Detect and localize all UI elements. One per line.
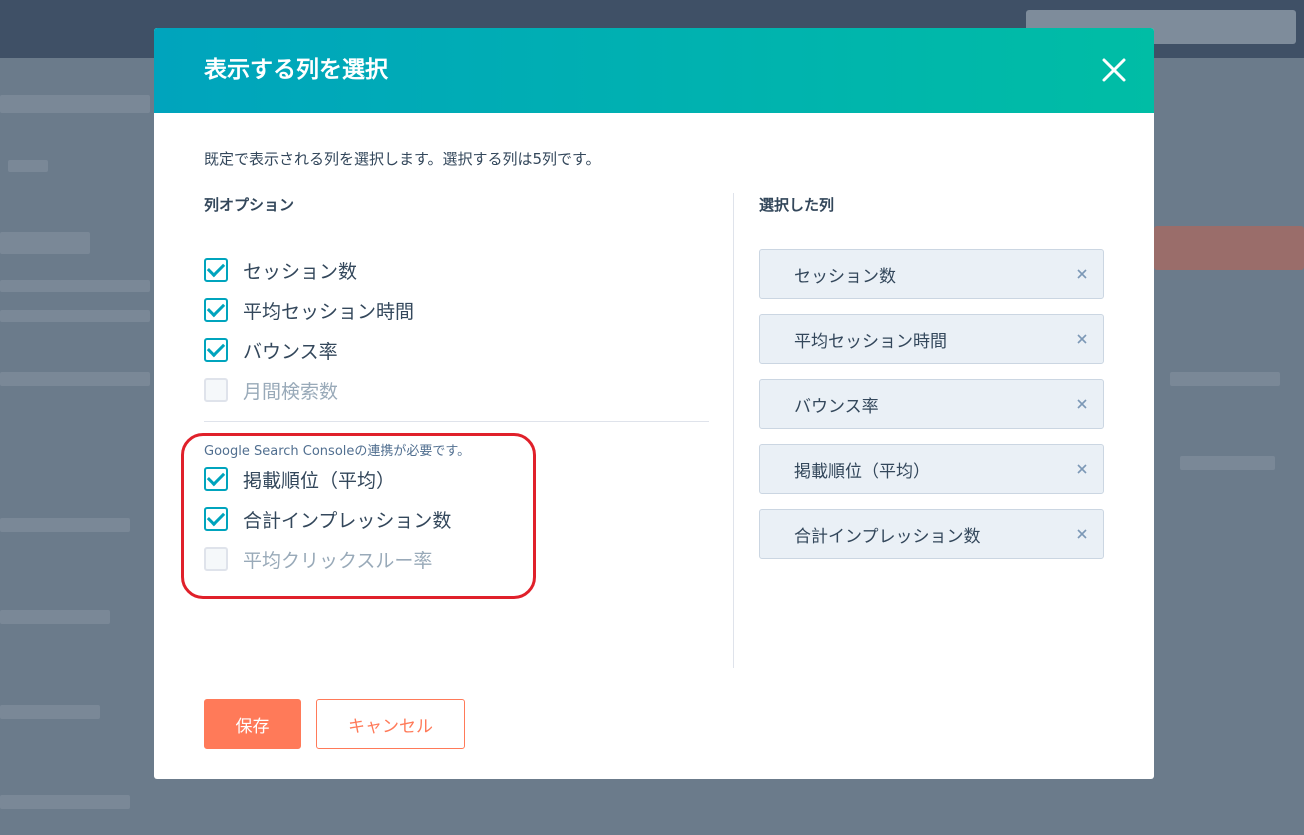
close-icon	[1102, 58, 1126, 82]
option-avg-session-time[interactable]: 平均セッション時間	[204, 290, 709, 330]
checkbox-checked[interactable]	[204, 258, 228, 282]
remove-chip-button[interactable]	[1075, 332, 1089, 346]
option-label: セッション数	[243, 260, 358, 283]
option-avg-ctr: 平均クリックスルー率	[204, 539, 709, 579]
option-label: 平均クリックスルー率	[243, 549, 433, 572]
column-options-list: セッション数 平均セッション時間 バウンス率 月間検索数	[204, 250, 709, 410]
remove-chip-button[interactable]	[1075, 527, 1089, 541]
modal-description: 既定で表示される列を選択します。選択する列は5列です。	[204, 150, 601, 168]
chip-label: 平均セッション時間	[794, 331, 947, 352]
option-label: 掲載順位（平均）	[243, 469, 396, 492]
checkbox-checked[interactable]	[204, 298, 228, 322]
option-label: 平均セッション時間	[243, 300, 415, 323]
selected-column-chip[interactable]: 平均セッション時間	[759, 314, 1104, 364]
modal-header: 表示する列を選択	[154, 28, 1154, 113]
option-label: 合計インプレッション数	[243, 509, 452, 532]
close-icon	[1077, 334, 1087, 344]
close-icon	[1077, 399, 1087, 409]
close-icon	[1077, 464, 1087, 474]
checkbox-checked[interactable]	[204, 338, 228, 362]
close-icon	[1077, 269, 1087, 279]
column-options-title: 列オプション	[204, 196, 295, 214]
option-label: 月間検索数	[243, 380, 339, 403]
option-total-impressions[interactable]: 合計インプレッション数	[204, 499, 709, 539]
modal-title: 表示する列を選択	[204, 57, 388, 83]
selected-column-chip[interactable]: 掲載順位（平均）	[759, 444, 1104, 494]
column-select-modal: 表示する列を選択 既定で表示される列を選択します。選択する列は5列です。 列オプ…	[154, 28, 1154, 779]
save-button[interactable]: 保存	[204, 699, 301, 749]
remove-chip-button[interactable]	[1075, 267, 1089, 281]
column-options-panel: 列オプション セッション数 平均セッション時間 バウンス率 月間検索数 Goog…	[204, 194, 709, 579]
remove-chip-button[interactable]	[1075, 462, 1089, 476]
remove-chip-button[interactable]	[1075, 397, 1089, 411]
selected-columns-title: 選択した列	[759, 196, 835, 214]
chip-label: バウンス率	[794, 396, 879, 417]
column-divider	[733, 193, 734, 668]
selected-column-chip[interactable]: バウンス率	[759, 379, 1104, 429]
option-label: バウンス率	[243, 340, 338, 363]
checkbox-disabled	[204, 378, 228, 402]
close-icon	[1077, 529, 1087, 539]
chip-label: セッション数	[794, 266, 896, 287]
selected-column-chip[interactable]: セッション数	[759, 249, 1104, 299]
cancel-button[interactable]: キャンセル	[316, 699, 465, 749]
close-button[interactable]	[1098, 54, 1130, 86]
gsc-options-list: 掲載順位（平均） 合計インプレッション数 平均クリックスルー率	[204, 459, 709, 579]
chip-label: 合計インプレッション数	[794, 526, 981, 547]
option-avg-position[interactable]: 掲載順位（平均）	[204, 459, 709, 499]
checkbox-checked[interactable]	[204, 507, 228, 531]
gsc-note: Google Search Consoleの連携が必要です。	[204, 444, 471, 459]
chip-label: 掲載順位（平均）	[794, 461, 930, 482]
selected-column-chip[interactable]: 合計インプレッション数	[759, 509, 1104, 559]
option-monthly-searches: 月間検索数	[204, 370, 709, 410]
section-divider	[204, 421, 709, 422]
checkbox-disabled	[204, 547, 228, 571]
selected-columns-list: セッション数 平均セッション時間 バウンス率 掲載順位（平均） 合計インプレッシ…	[759, 249, 1104, 559]
checkbox-checked[interactable]	[204, 467, 228, 491]
option-sessions[interactable]: セッション数	[204, 250, 709, 290]
option-bounce-rate[interactable]: バウンス率	[204, 330, 709, 370]
selected-columns-panel: 選択した列 セッション数 平均セッション時間 バウンス率 掲載順位（平均） 合計…	[759, 194, 1104, 574]
